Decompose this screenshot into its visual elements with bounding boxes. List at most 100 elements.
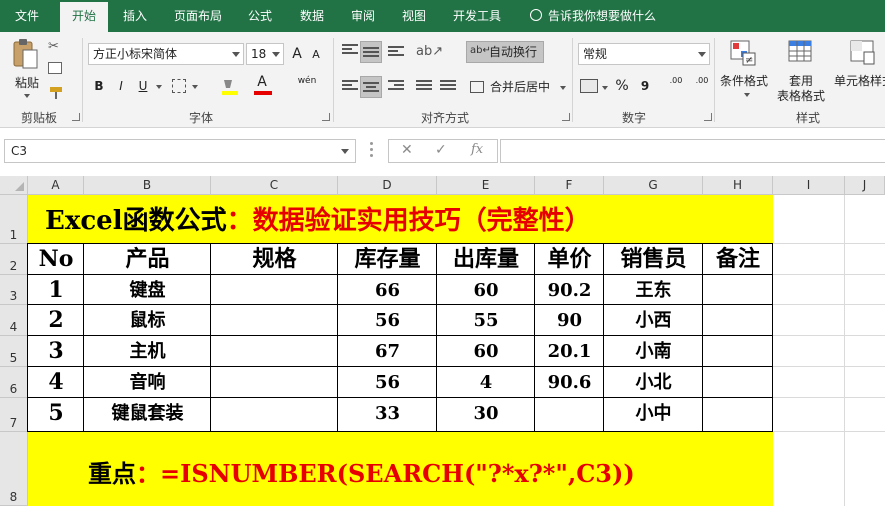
comma-style-button[interactable]: 9 — [638, 75, 652, 97]
table-cell[interactable]: 小西 — [604, 305, 703, 336]
header-cell[interactable]: 备注 — [703, 244, 773, 275]
header-cell[interactable]: 出库量 — [437, 244, 535, 275]
table-cell[interactable]: 55 — [437, 305, 535, 336]
font-size-combo[interactable]: 18 — [246, 43, 284, 65]
format-painter-icon[interactable] — [48, 86, 64, 99]
tell-me-search[interactable]: 告诉我你想要做什么 — [530, 0, 656, 32]
phonetic-button[interactable]: wén — [296, 75, 318, 97]
column-header-i[interactable]: I — [773, 176, 845, 195]
formula-bar-grip[interactable] — [370, 142, 374, 160]
underline-dropdown-icon[interactable] — [156, 85, 162, 89]
column-header-d[interactable]: D — [338, 176, 437, 195]
italic-button[interactable]: I — [112, 75, 130, 97]
decrease-indent-icon[interactable] — [416, 80, 432, 94]
column-header-c[interactable]: C — [211, 176, 338, 195]
column-header-e[interactable]: E — [437, 176, 535, 195]
formula-input[interactable] — [500, 139, 885, 163]
table-cell[interactable]: 主机 — [84, 336, 211, 367]
header-cell[interactable]: 销售员 — [604, 244, 703, 275]
table-cell[interactable]: 3 — [28, 336, 84, 367]
cell-styles-label[interactable]: 单元格样式 — [834, 72, 885, 89]
font-name-combo[interactable]: 方正小标宋简体 — [88, 43, 244, 65]
tab-review[interactable]: 审阅 — [342, 0, 384, 32]
row-header-6[interactable]: 6 — [0, 367, 28, 398]
align-middle-button[interactable] — [360, 41, 382, 63]
font-color-button[interactable]: A — [254, 73, 270, 91]
conditional-format-icon[interactable]: ≠ — [730, 40, 756, 66]
table-cell[interactable]: 键盘 — [84, 275, 211, 305]
column-header-a[interactable]: A — [28, 176, 84, 195]
header-cell[interactable]: 产品 — [84, 244, 211, 275]
tab-formulas[interactable]: 公式 — [240, 0, 280, 32]
tab-data[interactable]: 数据 — [292, 0, 332, 32]
format-as-table-icon[interactable] — [788, 40, 814, 66]
table-cell[interactable]: 鼠标 — [84, 305, 211, 336]
table-cell[interactable]: 王东 — [604, 275, 703, 305]
table-cell[interactable]: 60 — [437, 336, 535, 367]
cancel-icon[interactable]: ✕ — [401, 142, 413, 158]
row-header-5[interactable]: 5 — [0, 336, 28, 367]
tab-file[interactable]: 文件 — [4, 0, 50, 32]
tab-developer[interactable]: 开发工具 — [444, 0, 510, 32]
copy-icon[interactable] — [48, 62, 62, 74]
row-header-2[interactable]: 2 — [0, 244, 28, 275]
underline-button[interactable]: U — [134, 75, 152, 97]
column-header-b[interactable]: B — [84, 176, 211, 195]
number-format-combo[interactable]: 常规 — [578, 43, 710, 65]
column-header-f[interactable]: F — [535, 176, 604, 195]
name-box-dropdown-icon[interactable] — [341, 149, 349, 154]
shrink-font-button[interactable]: A — [310, 44, 322, 66]
header-cell[interactable]: 单价 — [535, 244, 604, 275]
conditional-dropdown-icon[interactable] — [744, 93, 750, 97]
table-cell[interactable] — [703, 367, 773, 398]
number-launcher-icon[interactable] — [704, 113, 712, 121]
bold-button[interactable]: B — [90, 75, 108, 97]
table-cell[interactable] — [703, 275, 773, 305]
column-header-h[interactable]: H — [703, 176, 773, 195]
table-cell[interactable]: 1 — [28, 275, 84, 305]
table-cell[interactable] — [535, 398, 604, 432]
table-cell[interactable]: 56 — [338, 367, 437, 398]
table-cell[interactable]: 60 — [437, 275, 535, 305]
header-cell[interactable]: No — [28, 244, 84, 275]
table-cell[interactable] — [703, 305, 773, 336]
table-cell[interactable]: 4 — [28, 367, 84, 398]
clipboard-launcher-icon[interactable] — [72, 113, 80, 121]
align-left-icon[interactable] — [342, 80, 358, 94]
align-top-icon[interactable] — [342, 44, 358, 58]
borders-icon[interactable] — [172, 79, 186, 93]
table-cell[interactable]: 30 — [437, 398, 535, 432]
format-as-table-label-2[interactable]: 表格格式 — [770, 87, 832, 104]
cell-styles-icon[interactable] — [850, 40, 876, 66]
align-center-button[interactable] — [360, 76, 382, 98]
table-cell[interactable]: 5 — [28, 398, 84, 432]
table-cell[interactable]: 小南 — [604, 336, 703, 367]
wrap-text-button[interactable]: ab↵ 自动换行 — [466, 41, 544, 63]
table-cell[interactable]: 音响 — [84, 367, 211, 398]
tab-view[interactable]: 视图 — [394, 0, 434, 32]
table-cell[interactable]: 56 — [338, 305, 437, 336]
align-right-icon[interactable] — [388, 80, 404, 94]
table-cell[interactable]: 2 — [28, 305, 84, 336]
column-header-j[interactable]: J — [845, 176, 885, 195]
header-cell[interactable]: 规格 — [211, 244, 338, 275]
tab-home[interactable]: 开始 — [60, 2, 108, 32]
row-header-7[interactable]: 7 — [0, 398, 28, 432]
insert-function-icon[interactable]: fx — [471, 142, 483, 157]
table-cell[interactable]: 90 — [535, 305, 604, 336]
table-cell[interactable]: 20.1 — [535, 336, 604, 367]
align-bottom-icon[interactable] — [388, 46, 404, 60]
paste-button[interactable] — [10, 38, 44, 78]
row-header-1[interactable]: 1 — [0, 195, 28, 244]
table-cell[interactable]: 4 — [437, 367, 535, 398]
merge-center-button[interactable]: 合并后居中 — [468, 76, 568, 98]
font-launcher-icon[interactable] — [322, 113, 330, 121]
header-cell[interactable]: 库存量 — [338, 244, 437, 275]
table-cell[interactable]: 67 — [338, 336, 437, 367]
tab-page-layout[interactable]: 页面布局 — [166, 0, 230, 32]
table-cell[interactable]: 键鼠套装 — [84, 398, 211, 432]
conditional-format-label[interactable]: 条件格式 — [718, 72, 770, 89]
table-cell[interactable]: 33 — [338, 398, 437, 432]
borders-dropdown-icon[interactable] — [192, 85, 198, 89]
increase-decimal-button[interactable]: .00 — [666, 76, 686, 98]
